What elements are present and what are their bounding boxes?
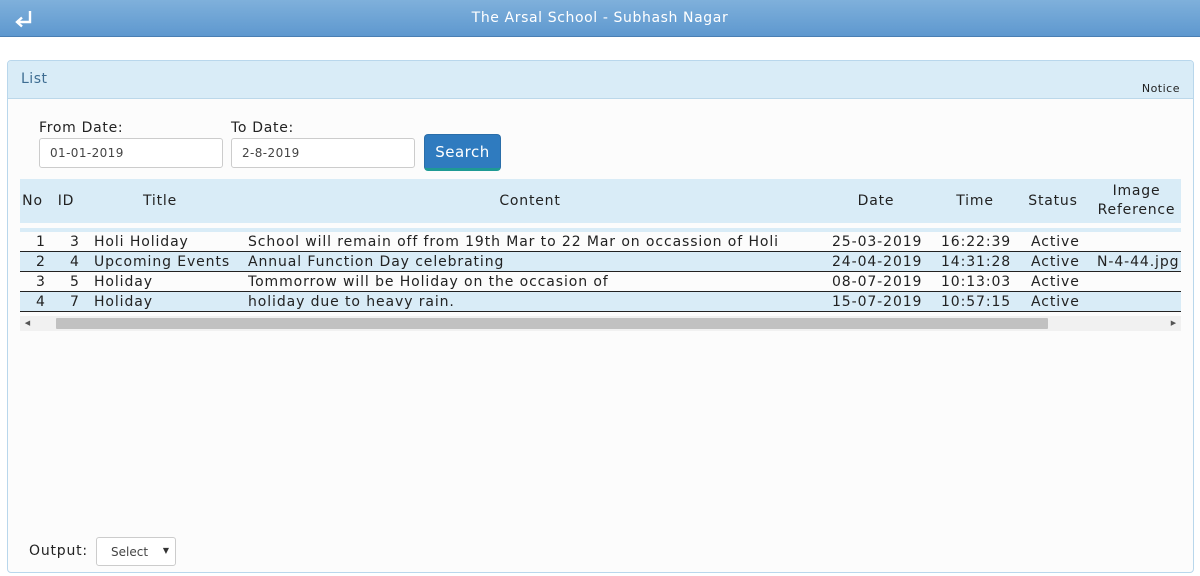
search-button[interactable]: Search — [424, 134, 501, 171]
column-header-status[interactable]: Status — [1022, 179, 1084, 223]
cell-content: School will remain off from 19th Mar to … — [248, 234, 779, 250]
cell-time: 14:31:28 — [941, 254, 1012, 270]
column-header-id[interactable]: ID — [50, 179, 82, 223]
cell-content: Tommorrow will be Holiday on the occasio… — [248, 274, 609, 290]
horizontal-scrollbar[interactable]: ◀ ▶ — [20, 316, 1181, 331]
column-header-time[interactable]: Time — [934, 179, 1016, 223]
panel-header: List Notice — [8, 61, 1193, 99]
table-header: No ID Title Content Date Time Status Ima… — [20, 179, 1181, 223]
output-select-value: Select — [111, 545, 149, 559]
cell-image-reference — [1097, 292, 1181, 311]
cell-time: 10:13:03 — [941, 274, 1012, 290]
app-title: The Arsal School - Subhash Nagar — [471, 10, 729, 26]
scrollbar-thumb[interactable] — [56, 318, 1048, 329]
chevron-down-icon: ▼ — [162, 546, 169, 555]
cell-id: 4 — [70, 254, 80, 270]
cell-time: 10:57:15 — [941, 294, 1012, 310]
cell-title: Upcoming Events — [94, 254, 231, 270]
cell-status: Active — [1031, 254, 1080, 270]
cell-date: 24-04-2019 — [832, 254, 923, 270]
scroll-right-icon[interactable]: ▶ — [1166, 316, 1181, 331]
column-header-date[interactable]: Date — [826, 179, 926, 223]
cell-content: holiday due to heavy rain. — [248, 294, 455, 310]
cell-title: Holiday — [94, 294, 153, 310]
cell-date: 25-03-2019 — [832, 234, 923, 250]
cell-image-reference — [1097, 272, 1181, 291]
cell-date: 08-07-2019 — [832, 274, 923, 290]
cell-status: Active — [1031, 294, 1080, 310]
output-select[interactable]: Select ▼ — [96, 537, 176, 566]
cell-date: 15-07-2019 — [832, 294, 923, 310]
to-date-input[interactable] — [231, 138, 415, 168]
cell-title: Holi Holiday — [94, 234, 189, 250]
cell-time: 16:22:39 — [941, 234, 1012, 250]
cell-no: 2 — [36, 254, 46, 270]
notice-table: No ID Title Content Date Time Status Ima… — [20, 179, 1181, 335]
panel-title: List — [21, 71, 48, 87]
column-header-no[interactable]: No — [20, 179, 45, 223]
cell-content: Annual Function Day celebrating — [248, 254, 505, 270]
cell-status: Active — [1031, 274, 1080, 290]
from-date-input[interactable] — [39, 138, 223, 168]
panel-notice-label: Notice — [1141, 82, 1180, 95]
column-header-title[interactable]: Title — [90, 179, 230, 223]
from-date-label: From Date: — [39, 120, 124, 136]
table-row[interactable]: 3 5 Holiday Tommorrow will be Holiday on… — [20, 272, 1181, 292]
cell-id: 7 — [70, 294, 80, 310]
table-row[interactable]: 4 7 Holiday holiday due to heavy rain. 1… — [20, 292, 1181, 312]
column-header-content[interactable]: Content — [245, 179, 815, 223]
header-bar: The Arsal School - Subhash Nagar — [0, 0, 1200, 37]
list-panel: List Notice From Date: To Date: Search N… — [7, 60, 1194, 573]
cell-no: 1 — [36, 234, 46, 250]
table-row[interactable]: 2 4 Upcoming Events Annual Function Day … — [20, 252, 1181, 272]
column-header-image-reference[interactable]: Image Reference — [1092, 179, 1181, 223]
cell-status: Active — [1031, 234, 1080, 250]
cell-id: 3 — [70, 234, 80, 250]
cell-title: Holiday — [94, 274, 153, 290]
cell-image-reference: N-4-44.jpg — [1097, 254, 1180, 270]
table-row[interactable]: 1 3 Holi Holiday School will remain off … — [20, 232, 1181, 252]
scroll-left-icon[interactable]: ◀ — [20, 316, 35, 331]
cell-no: 3 — [36, 274, 46, 290]
cell-image-reference — [1097, 232, 1181, 251]
cell-id: 5 — [70, 274, 80, 290]
to-date-label: To Date: — [231, 120, 294, 136]
cell-no: 4 — [36, 294, 46, 310]
output-label: Output: — [29, 543, 88, 559]
